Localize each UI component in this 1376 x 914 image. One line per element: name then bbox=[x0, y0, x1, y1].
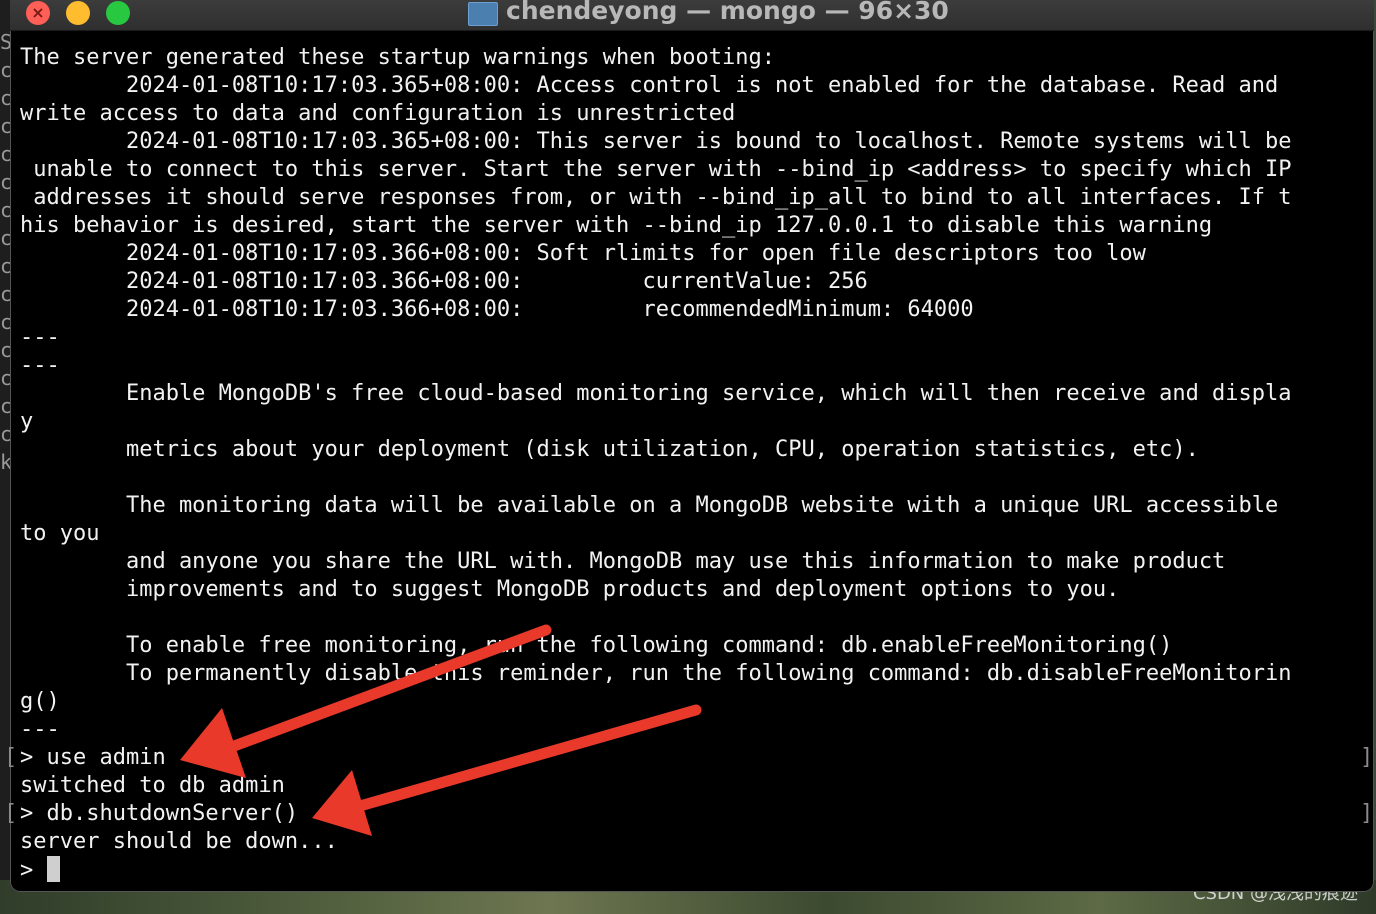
folder-icon bbox=[468, 2, 498, 26]
mark-bracket-right: ] bbox=[1360, 801, 1374, 826]
terminal-line: y bbox=[20, 409, 34, 434]
text-cursor bbox=[46, 856, 60, 882]
terminal-line: > db.shutdownServer() bbox=[20, 801, 299, 826]
mark-bracket-left: [ bbox=[4, 745, 18, 770]
terminal-line: write access to data and configuration i… bbox=[20, 101, 736, 126]
terminal-line: The monitoring data will be available on… bbox=[20, 493, 1279, 518]
close-button[interactable]: × bbox=[26, 1, 50, 25]
mark-bracket-left: [ bbox=[4, 801, 18, 826]
terminal-line: To permanently disable this reminder, ru… bbox=[20, 661, 1292, 686]
mark-bracket-right: ] bbox=[1360, 745, 1374, 770]
terminal-line: 2024-01-08T10:17:03.366+08:00: Soft rlim… bbox=[20, 241, 1146, 266]
terminal-line: unable to connect to this server. Start … bbox=[20, 157, 1292, 182]
terminal-line: and anyone you share the URL with. Mongo… bbox=[20, 549, 1226, 574]
terminal-line: > use admin bbox=[20, 745, 166, 770]
terminal-line: Enable MongoDB's free cloud-based monito… bbox=[20, 381, 1292, 406]
terminal-line: switched to db admin bbox=[20, 773, 285, 798]
terminal-line: 2024-01-08T10:17:03.366+08:00: currentVa… bbox=[20, 269, 868, 294]
terminal-line: metrics about your deployment (disk util… bbox=[20, 437, 1199, 462]
terminal-line: g() bbox=[20, 689, 60, 714]
terminal-line: To enable free monitoring, run the follo… bbox=[20, 633, 1173, 658]
terminal-output[interactable]: The server generated these startup warni… bbox=[20, 44, 1374, 884]
terminal-line: The server generated these startup warni… bbox=[20, 45, 775, 70]
terminal-line: 2024-01-08T10:17:03.366+08:00: recommend… bbox=[20, 297, 974, 322]
terminal-line: --- bbox=[20, 353, 60, 378]
terminal-line: 2024-01-08T10:17:03.365+08:00: This serv… bbox=[20, 129, 1292, 154]
close-icon: × bbox=[31, 3, 45, 22]
terminal-line: to you bbox=[20, 521, 100, 546]
terminal-line: addresses it should serve responses from… bbox=[20, 185, 1292, 210]
minimize-button[interactable] bbox=[66, 1, 90, 25]
terminal-line: > bbox=[20, 856, 1374, 884]
terminal-line: --- bbox=[20, 325, 60, 350]
zoom-button[interactable] bbox=[106, 1, 130, 25]
terminal-line: server should be down... bbox=[20, 829, 338, 854]
terminal-line: improvements and to suggest MongoDB prod… bbox=[20, 577, 1120, 602]
title-bar[interactable]: × chendeyong — mongo — 96×30 bbox=[10, 0, 1374, 31]
terminal-line: 2024-01-08T10:17:03.365+08:00: Access co… bbox=[20, 73, 1279, 98]
terminal-line: his behavior is desired, start the serve… bbox=[20, 213, 1213, 238]
terminal-line: --- bbox=[20, 717, 60, 742]
window-title: chendeyong — mongo — 96×30 bbox=[506, 0, 949, 25]
terminal-window[interactable]: × chendeyong — mongo — 96×30 The server … bbox=[4, 0, 1374, 892]
